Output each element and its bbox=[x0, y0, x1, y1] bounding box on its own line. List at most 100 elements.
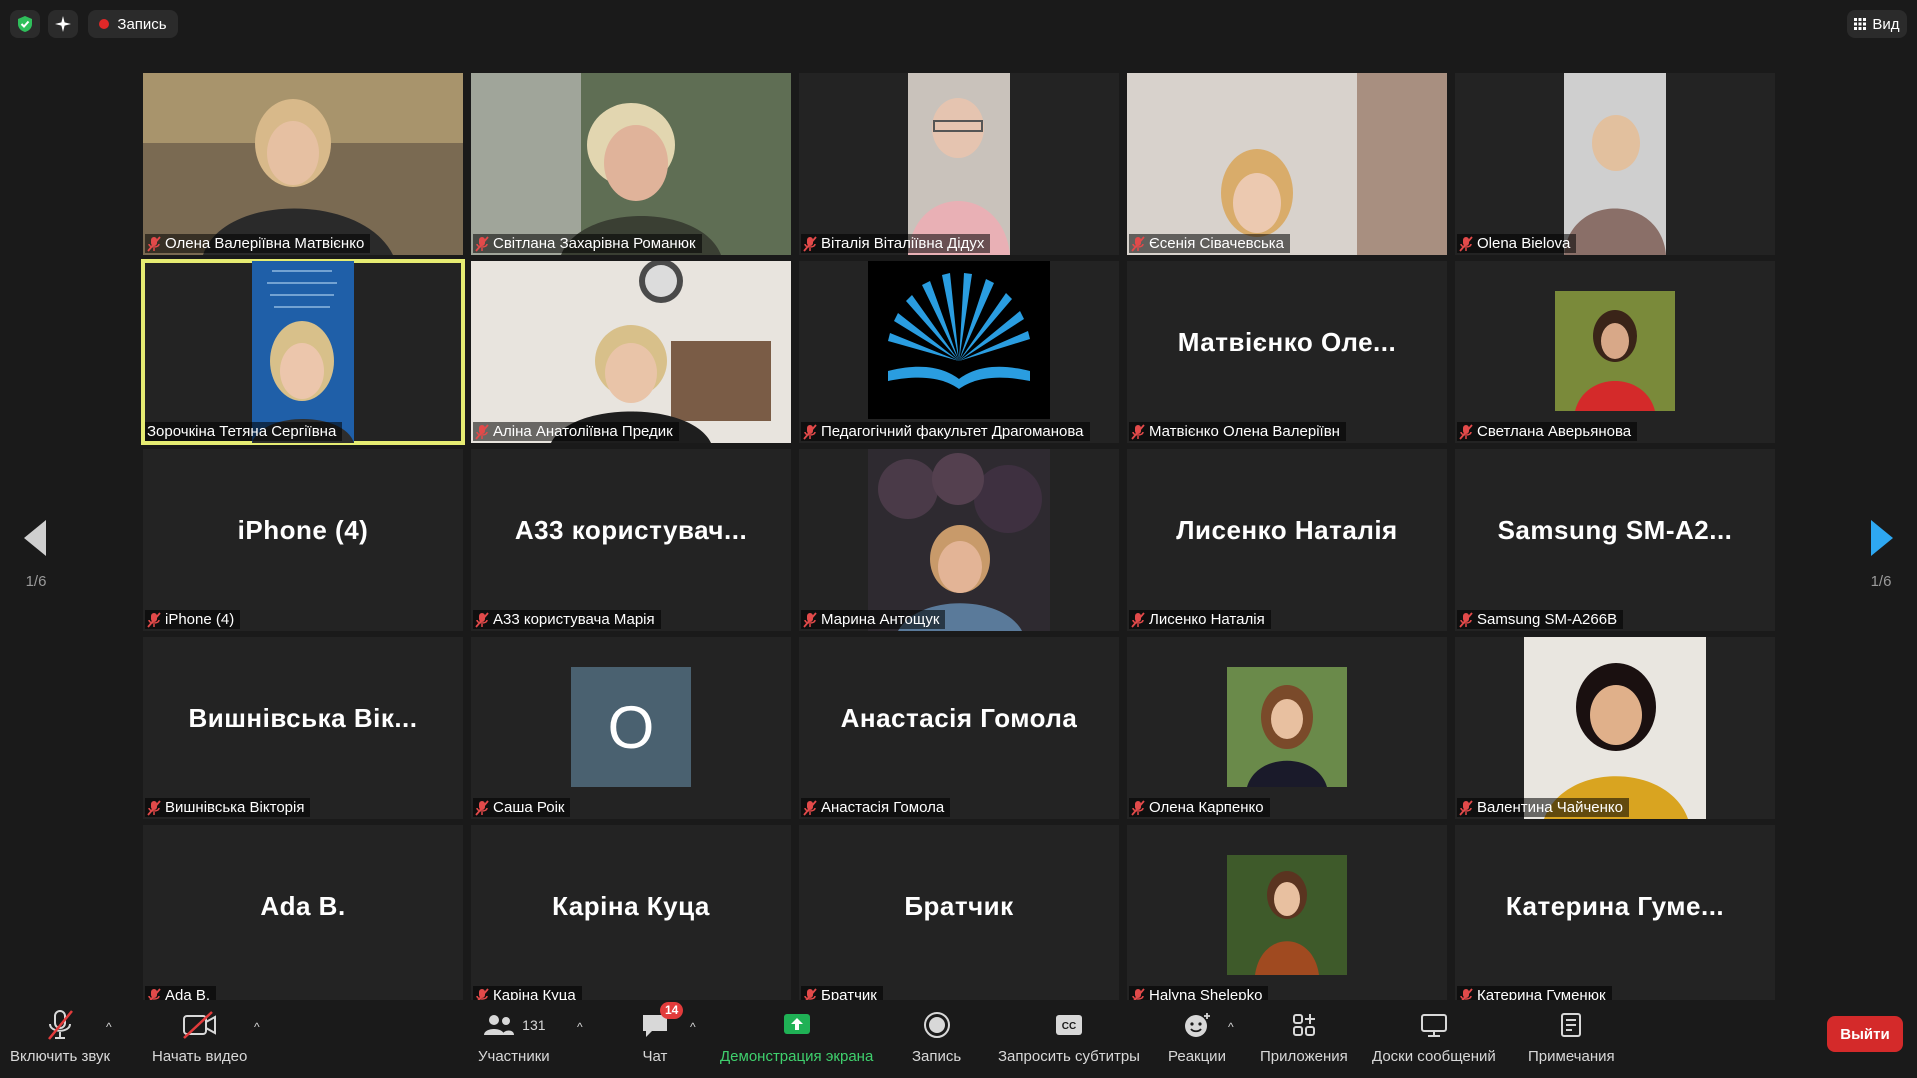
participant-video bbox=[908, 73, 1010, 255]
view-button[interactable]: Вид bbox=[1847, 10, 1907, 38]
participants-button[interactable]: 131 Участники bbox=[478, 1008, 550, 1065]
request-captions-label: Запросить субтитры bbox=[998, 1048, 1140, 1065]
share-screen-button[interactable]: Демонстрация экрана bbox=[720, 1008, 873, 1065]
participant-name-tag: Педагогічний факультет Драгоманова bbox=[801, 422, 1090, 441]
participant-tile[interactable]: Лисенко Наталія Лисенко Наталія bbox=[1127, 449, 1447, 631]
participant-tile[interactable]: Педагогічний факультет Драгоманова bbox=[799, 261, 1119, 443]
participant-name-tag: Светлана Аверьянова bbox=[1457, 422, 1638, 441]
participant-tile[interactable]: Олена Карпенко bbox=[1127, 637, 1447, 819]
muted-mic-icon bbox=[147, 235, 161, 252]
participant-tile[interactable]: Аліна Анатоліївна Предик bbox=[471, 261, 791, 443]
unmute-label: Включить звук bbox=[10, 1048, 111, 1065]
request-captions-button[interactable]: CC Запросить субтитры bbox=[998, 1008, 1140, 1065]
participant-avatar-photo bbox=[1227, 855, 1347, 975]
participant-name-tag: Вишнівська Вікторія bbox=[145, 798, 311, 817]
participant-tile[interactable]: Анастасія Гомола Анастасія Гомола bbox=[799, 637, 1119, 819]
reactions-button[interactable]: Реакции bbox=[1168, 1008, 1226, 1065]
recording-indicator[interactable]: Запись bbox=[88, 10, 178, 38]
chat-label: Чат bbox=[642, 1048, 668, 1065]
previous-page-nav[interactable]: 1/6 bbox=[6, 520, 66, 590]
participant-tile[interactable]: Валентина Чайченко bbox=[1455, 637, 1775, 819]
audio-options-chevron-up-icon[interactable]: ^ bbox=[106, 1020, 112, 1034]
participant-tile[interactable]: Катерина Гуме... Катерина Гуменюк bbox=[1455, 825, 1775, 1007]
start-video-button[interactable]: Начать видео bbox=[152, 1008, 247, 1065]
muted-mic-icon bbox=[147, 611, 161, 628]
muted-mic-icon bbox=[475, 423, 489, 440]
participants-count: 131 bbox=[522, 1017, 546, 1033]
participant-display-name: iPhone (4) bbox=[237, 514, 369, 545]
leave-meeting-button[interactable]: Выйти bbox=[1827, 1016, 1903, 1052]
recording-label: Запись bbox=[117, 15, 167, 33]
gallery-grid: Олена Валеріївна Матвієнко Світлана Заха… bbox=[141, 73, 1775, 1007]
participant-tile[interactable]: Світлана Захарівна Романюк bbox=[471, 73, 791, 255]
page-indicator-right: 1/6 bbox=[1870, 573, 1892, 590]
participants-options-chevron-up-icon[interactable]: ^ bbox=[577, 1020, 583, 1034]
participant-tile[interactable]: Вишнівська Вік... Вишнівська Вікторія bbox=[143, 637, 463, 819]
participant-tile[interactable]: Ada B. Ada B. bbox=[143, 825, 463, 1007]
participants-icon bbox=[484, 1015, 515, 1035]
record-button[interactable]: Запись bbox=[912, 1008, 961, 1065]
participant-name-tag: Samsung SM-A266B bbox=[1457, 610, 1624, 629]
participant-avatar-photo bbox=[1227, 667, 1347, 787]
participant-name-tag: Саша Роік bbox=[473, 798, 571, 817]
participant-display-name: Каріна Куца bbox=[552, 890, 710, 921]
participant-name-tag: Олена Карпенко bbox=[1129, 798, 1270, 817]
next-page-nav[interactable]: 1/6 bbox=[1851, 520, 1911, 590]
participant-tile[interactable]: A33 користувач... A33 користувача Марія bbox=[471, 449, 791, 631]
participant-name: Зорочкіна Тетяна Сергіївна bbox=[147, 423, 337, 440]
participant-tile[interactable]: Віталія Віталіївна Дідух bbox=[799, 73, 1119, 255]
participant-name: Olena Bielova bbox=[1477, 235, 1571, 252]
participant-display-name: Samsung SM-A2... bbox=[1497, 514, 1733, 545]
record-label: Запись bbox=[912, 1048, 962, 1065]
notes-label: Примечания bbox=[1528, 1048, 1615, 1065]
muted-mic-icon bbox=[1459, 235, 1473, 252]
participant-tile[interactable]: Samsung SM-A2... Samsung SM-A266B bbox=[1455, 449, 1775, 631]
participant-tile[interactable]: Olena Bielova bbox=[1455, 73, 1775, 255]
participant-name: A33 користувача Марія bbox=[493, 611, 655, 628]
apps-icon bbox=[1290, 1008, 1318, 1042]
participant-display-name: Вишнівська Вік... bbox=[188, 702, 418, 733]
reactions-options-chevron-up-icon[interactable]: ^ bbox=[1228, 1020, 1234, 1034]
muted-mic-icon bbox=[475, 235, 489, 252]
participant-tile[interactable]: Братчик Братчик bbox=[799, 825, 1119, 1007]
participant-name-tag: Олена Валеріївна Матвієнко bbox=[145, 234, 371, 253]
record-icon bbox=[923, 1008, 951, 1042]
apps-button[interactable]: Приложения bbox=[1260, 1008, 1348, 1065]
share-screen-label: Демонстрация экрана bbox=[720, 1048, 874, 1065]
participant-name-tag: Єсенія Сівачевська bbox=[1129, 234, 1291, 253]
grid-view-icon bbox=[1854, 18, 1867, 30]
participant-tile[interactable]: Марина Антощук bbox=[799, 449, 1119, 631]
video-options-chevron-up-icon[interactable]: ^ bbox=[254, 1020, 260, 1034]
muted-mic-icon bbox=[1459, 611, 1473, 628]
notes-button[interactable]: Примечания bbox=[1528, 1008, 1615, 1065]
participant-name-tag: Лисенко Наталія bbox=[1129, 610, 1271, 629]
whiteboards-button[interactable]: Доски сообщений bbox=[1372, 1008, 1496, 1065]
ai-companion-sparkle-icon[interactable] bbox=[48, 10, 78, 38]
muted-mic-icon bbox=[1459, 799, 1473, 816]
unmute-button[interactable]: Включить звук bbox=[10, 1008, 110, 1065]
participant-tile[interactable]: Єсенія Сівачевська bbox=[1127, 73, 1447, 255]
participant-tile[interactable]: Каріна Куца Каріна Куца bbox=[471, 825, 791, 1007]
participant-tile[interactable]: iPhone (4) iPhone (4) bbox=[143, 449, 463, 631]
participant-tile[interactable]: Олена Валеріївна Матвієнко bbox=[143, 73, 463, 255]
participant-name: Саша Роік bbox=[493, 799, 565, 816]
chat-button[interactable]: 14 Чат bbox=[640, 1002, 684, 1065]
participant-display-name: Матвієнко Оле... bbox=[1177, 326, 1397, 357]
participant-name-tag: Валентина Чайченко bbox=[1457, 798, 1630, 817]
participant-tile[interactable]: Halyna Shelepko bbox=[1127, 825, 1447, 1007]
arrow-left-icon[interactable] bbox=[24, 520, 48, 556]
arrow-right-icon[interactable] bbox=[1869, 520, 1893, 556]
reactions-label: Реакции bbox=[1168, 1048, 1226, 1065]
participant-tile[interactable]: O Саша Роік bbox=[471, 637, 791, 819]
avatar-initial: O bbox=[571, 667, 691, 787]
security-shield-icon[interactable] bbox=[10, 10, 40, 38]
chat-options-chevron-up-icon[interactable]: ^ bbox=[690, 1020, 696, 1034]
active-speaker-tile[interactable]: Зорочкіна Тетяна Сергіївна bbox=[141, 259, 465, 445]
muted-mic-icon bbox=[475, 611, 489, 628]
participant-name: Світлана Захарівна Романюк bbox=[493, 235, 696, 252]
top-bar: Запись Вид bbox=[0, 0, 1917, 48]
participant-name: Віталія Віталіївна Дідух bbox=[821, 235, 985, 252]
participant-tile[interactable]: Светлана Аверьянова bbox=[1455, 261, 1775, 443]
chat-bubble-icon: 14 bbox=[640, 1002, 684, 1042]
participant-tile[interactable]: Матвієнко Оле... Матвієнко Олена Валерії… bbox=[1127, 261, 1447, 443]
